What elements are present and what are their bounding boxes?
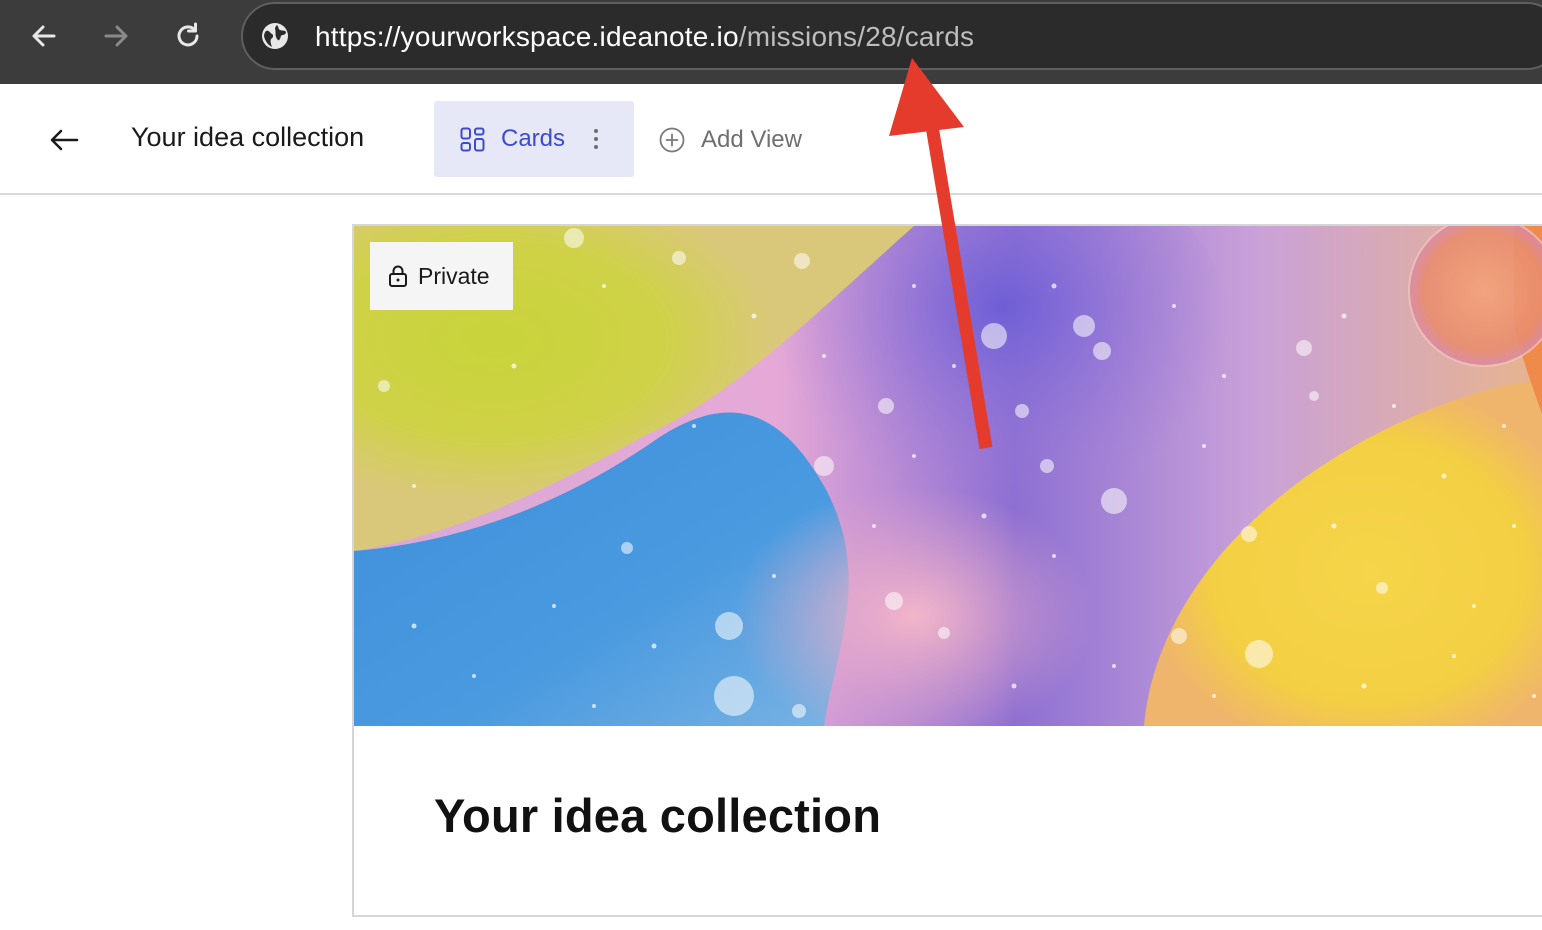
arrow-right-icon xyxy=(104,25,128,47)
cover-image: Private xyxy=(354,226,1542,726)
tab-cards-label: Cards xyxy=(501,125,566,152)
back-button[interactable] xyxy=(44,120,84,160)
url-text[interactable]: https://yourworkspace.ideanote.io/missio… xyxy=(315,21,974,53)
lock-icon xyxy=(389,265,407,287)
private-badge: Private xyxy=(370,242,513,310)
url-host: https://yourworkspace.ideanote.io xyxy=(315,21,739,52)
cover-image-art xyxy=(354,226,1542,726)
globe-icon[interactable] xyxy=(260,21,290,51)
url-path: /missions/28/cards xyxy=(738,21,975,52)
plus-circle-icon xyxy=(659,127,685,153)
browser-reload-button[interactable] xyxy=(166,14,210,58)
app-header: Your idea collection Cards Add View xyxy=(0,84,1542,195)
vertical-dots-icon[interactable] xyxy=(590,127,602,151)
tab-cards[interactable]: Cards xyxy=(434,101,634,177)
add-view-label: Add View xyxy=(701,126,802,153)
card-title: Your idea collection xyxy=(434,789,882,842)
browser-forward-button[interactable] xyxy=(94,14,138,58)
browser-toolbar: https://yourworkspace.ideanote.io/missio… xyxy=(0,0,1542,84)
add-view-button[interactable]: Add View xyxy=(658,120,802,160)
private-badge-label: Private xyxy=(418,262,490,289)
collection-title: Your idea collection xyxy=(131,122,365,152)
collection-card[interactable]: Private Your idea collection xyxy=(352,224,1542,917)
arrow-left-icon xyxy=(50,129,79,151)
browser-back-button[interactable] xyxy=(22,14,66,58)
reload-icon xyxy=(177,22,199,47)
address-bar[interactable]: https://yourworkspace.ideanote.io/missio… xyxy=(241,2,1542,70)
grid-icon xyxy=(460,127,485,152)
arrow-left-icon xyxy=(32,25,56,47)
